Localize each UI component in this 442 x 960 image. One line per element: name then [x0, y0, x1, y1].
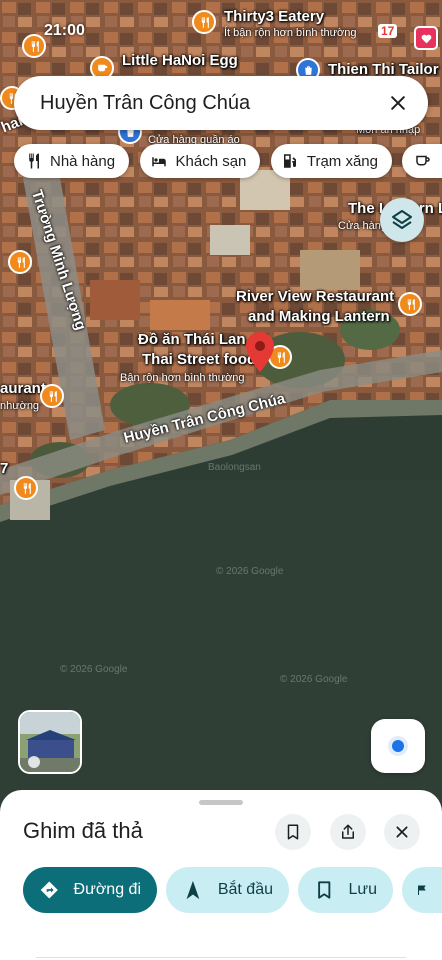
search-bar[interactable]: Huyền Trân Công Chúa: [14, 76, 428, 130]
restaurant-poi-icon[interactable]: [398, 292, 422, 316]
sheet-divider: [36, 957, 406, 958]
category-chips: Nhà hàng Khách sạn Trạm xăng: [14, 144, 442, 178]
layers-icon: [392, 210, 412, 229]
poi-label-thai-street: Thai Street food: [142, 351, 257, 368]
dropped-pin-icon[interactable]: [246, 332, 274, 372]
clear-search-button[interactable]: [384, 89, 412, 117]
poi-label-river-view-2: and Making Lantern: [248, 308, 390, 325]
share-icon: [342, 824, 354, 839]
sheet-title: Ghim đã thả: [23, 818, 143, 843]
poi-sub-nhuong: nhường: [0, 400, 40, 412]
share-button[interactable]: [330, 814, 366, 850]
chip-label: Khách sạn: [175, 152, 247, 170]
poi-label-do-an-thai: Đồ ăn Thái Lan: [138, 331, 246, 348]
restaurant-poi-icon[interactable]: [192, 10, 216, 34]
notification-count: 17: [378, 24, 398, 38]
street-view-thumbnail[interactable]: [18, 710, 82, 774]
chip-cafe[interactable]: [402, 144, 442, 178]
bookmark-icon: [318, 881, 331, 899]
search-query[interactable]: Huyền Trân Công Chúa: [40, 92, 384, 115]
map-watermark: Baolongsan: [208, 462, 261, 473]
flag-icon: [418, 885, 426, 895]
sheet-drag-handle[interactable]: [199, 800, 243, 805]
street-view-image: [20, 712, 80, 772]
chip-label: Nhà hàng: [50, 152, 116, 170]
hotel-icon: [151, 157, 166, 167]
coffee-icon: [416, 155, 431, 166]
close-sheet-button[interactable]: [384, 814, 420, 850]
map-watermark: © 2026 Google: [216, 566, 284, 577]
start-button[interactable]: Bắt đầu: [166, 867, 289, 913]
status-time: 21:00: [44, 22, 85, 39]
layers-button[interactable]: [380, 198, 424, 242]
poi-sub-thirty3: Ít bận rộn hơn bình thường: [224, 27, 357, 39]
label-button[interactable]: [402, 867, 442, 913]
restaurant-poi-icon[interactable]: [14, 476, 38, 500]
save-button[interactable]: Lưu: [298, 867, 393, 913]
my-location-button[interactable]: [371, 719, 425, 773]
navigation-arrow-icon: [186, 880, 200, 900]
place-bottom-sheet[interactable]: Ghim đã thả Đường đi Bắt đầu Lưu: [0, 790, 442, 960]
poi-label-7: 7: [0, 460, 9, 477]
poi-label-aurant: aurant: [0, 380, 46, 397]
chip-hotels[interactable]: Khách sạn: [139, 144, 261, 178]
chip-gas-stations[interactable]: Trạm xăng: [270, 144, 392, 178]
directions-icon: [40, 881, 58, 899]
map-watermark: © 2026 Google: [60, 664, 128, 675]
heart-poi-icon[interactable]: [414, 26, 438, 50]
gas-station-icon: [283, 154, 296, 168]
poi-label-river-view-1: River View Restaurant: [236, 288, 395, 305]
restaurant-poi-icon[interactable]: [22, 34, 46, 58]
poi-sub-ban-ron: Bận rộn hơn bình thường: [120, 372, 245, 384]
chip-restaurants[interactable]: Nhà hàng: [14, 144, 130, 178]
chip-label: Trạm xăng: [306, 152, 378, 170]
restaurant-poi-icon[interactable]: [8, 250, 32, 274]
directions-button[interactable]: Đường đi: [23, 867, 157, 913]
poi-label-little-hanoi: Little HaNoi Egg: [122, 52, 238, 69]
close-icon: [391, 96, 405, 110]
close-icon: [396, 826, 408, 838]
my-location-icon: [388, 736, 408, 756]
map-watermark: © 2026 Google: [280, 674, 348, 685]
start-label: Bắt đầu: [217, 881, 273, 898]
directions-label: Đường đi: [73, 881, 141, 898]
restaurant-poi-icon[interactable]: [40, 384, 64, 408]
bookmark-icon: [287, 824, 299, 840]
bookmark-button[interactable]: [275, 814, 311, 850]
poi-label-thirty3: Thirty3 Eatery: [224, 8, 325, 25]
save-label: Lưu: [348, 881, 377, 898]
restaurant-icon: [29, 153, 39, 169]
